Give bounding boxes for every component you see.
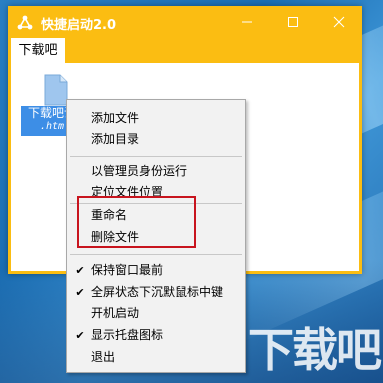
checkmark-icon: ✔ xyxy=(75,329,85,342)
menu-item-always-on-top[interactable]: ✔ 保持窗口最前 xyxy=(67,260,245,281)
watermark: 下载吧 xyxy=(248,323,382,377)
menu-item-label: 退出 xyxy=(91,350,116,364)
maximize-button[interactable] xyxy=(270,6,316,38)
maximize-icon xyxy=(288,17,298,27)
tab-xiazaiba[interactable]: 下载吧 xyxy=(11,38,65,63)
menu-item-add-directory[interactable]: 添加目录 xyxy=(67,129,245,150)
menu-item-add-file[interactable]: 添加文件 xyxy=(67,108,245,129)
menu-item-label: 保持窗口最前 xyxy=(91,263,164,277)
menu-item-label: 添加目录 xyxy=(91,132,140,146)
window-title: 快捷启动2.0 xyxy=(41,18,117,33)
menu-item-label: 以管理员身份运行 xyxy=(91,164,188,178)
checkmark-icon: ✔ xyxy=(75,286,85,299)
minimize-button[interactable] xyxy=(224,6,270,38)
file-shortcut-icon[interactable] xyxy=(44,74,68,106)
close-icon xyxy=(333,16,345,28)
menu-item-label: 开机启动 xyxy=(91,306,140,320)
app-logo-icon xyxy=(17,15,33,31)
menu-item-label: 全屏状态下沉默鼠标中键 xyxy=(91,285,224,299)
menu-separator xyxy=(70,254,242,255)
menu-item-label: 显示托盘图标 xyxy=(91,328,164,342)
title-bar[interactable]: 快捷启动2.0 xyxy=(8,6,362,38)
menu-separator xyxy=(70,156,242,157)
menu-item-run-as-admin[interactable]: 以管理员身份运行 xyxy=(67,161,245,182)
menu-item-exit[interactable]: 退出 xyxy=(67,347,245,368)
menu-item-start-on-boot[interactable]: 开机启动 xyxy=(67,303,245,324)
menu-item-label: 添加文件 xyxy=(91,111,140,125)
annotation-highlight-box xyxy=(77,196,196,248)
minimize-icon xyxy=(242,21,252,23)
menu-item-show-tray-icon[interactable]: ✔ 显示托盘图标 xyxy=(67,325,245,346)
menu-item-fullscreen-silence-middle-click[interactable]: ✔ 全屏状态下沉默鼠标中键 xyxy=(67,282,245,303)
checkmark-icon: ✔ xyxy=(75,264,85,277)
close-button[interactable] xyxy=(316,6,362,38)
